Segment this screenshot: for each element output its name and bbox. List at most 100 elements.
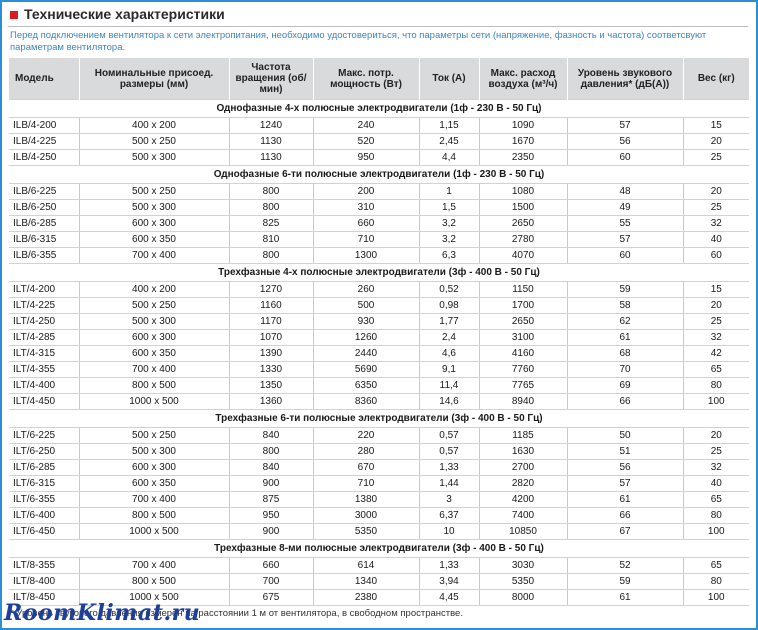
table-cell: 48 <box>567 183 684 200</box>
table-cell: 2780 <box>479 231 568 248</box>
table-cell: 1630 <box>479 443 568 460</box>
table-cell: 1350 <box>229 377 314 394</box>
table-cell: 52 <box>567 557 684 574</box>
table-cell: 700 x 400 <box>79 361 230 378</box>
table-row: ILT/4-225 500 x 250 1160 500 0,98 1700 58 20 <box>9 297 749 314</box>
table-cell: 66 <box>567 507 684 524</box>
table-cell: 2,4 <box>419 329 480 346</box>
table-cell: 500 <box>313 297 420 314</box>
table-row: ILB/6-355 700 x 400 800 1300 6,3 4070 60 60 <box>9 247 749 264</box>
table-cell: 70 <box>567 361 684 378</box>
table-cell: 25 <box>683 313 749 330</box>
spec-table: Модель Номинальные присоед. размеры (мм)… <box>9 58 749 606</box>
table-row: ILB/4-250 500 x 300 1130 950 4,4 2350 60 25 <box>9 149 749 166</box>
table-cell: 1330 <box>229 361 314 378</box>
table-cell: ILB/4-200 <box>9 117 80 134</box>
table-cell: ILT/6-355 <box>9 491 80 508</box>
table-cell: 1390 <box>229 345 314 362</box>
table-cell: ILB/6-285 <box>9 215 80 232</box>
page-title: Технические характеристики <box>24 6 225 22</box>
table-cell: ILT/6-250 <box>9 443 80 460</box>
table-cell: 32 <box>683 459 749 476</box>
table-cell: 59 <box>567 281 684 298</box>
table-cell: 700 x 400 <box>79 247 230 264</box>
table-cell: 260 <box>313 281 420 298</box>
table-body: Однофазные 4-х полюсные электродвигатели… <box>9 99 749 606</box>
table-cell: 930 <box>313 313 420 330</box>
table-row: ILT/6-450 1000 x 500 900 5350 10 10850 67 100 <box>9 523 749 540</box>
col-size: Номинальные присоед. размеры (мм) <box>79 58 230 100</box>
table-cell: 2350 <box>479 149 568 166</box>
table-cell: ILT/4-355 <box>9 361 80 378</box>
table-row: ILT/6-355 700 x 400 875 1380 3 4200 61 65 <box>9 491 749 508</box>
table-cell: 60 <box>567 247 684 264</box>
table-cell: 0,98 <box>419 297 480 314</box>
table-cell: 1270 <box>229 281 314 298</box>
table-cell: 56 <box>567 133 684 150</box>
table-cell: 1150 <box>479 281 568 298</box>
table-cell: 42 <box>683 345 749 362</box>
table-row: ILT/6-315 600 x 350 900 710 1,44 2820 57 40 <box>9 475 749 492</box>
table-cell: ILT/4-285 <box>9 329 80 346</box>
section-title: Трехфазные 4-х полюсные электродвигатели… <box>9 263 749 282</box>
table-cell: 600 x 300 <box>79 459 230 476</box>
table-cell: 68 <box>567 345 684 362</box>
section-row: Однофазные 4-х полюсные электродвигатели… <box>9 99 749 118</box>
table-cell: 51 <box>567 443 684 460</box>
table-cell: ILT/6-400 <box>9 507 80 524</box>
table-cell: 40 <box>683 475 749 492</box>
table-cell: 61 <box>567 589 684 606</box>
table-cell: 4,6 <box>419 345 480 362</box>
table-cell: 20 <box>683 427 749 444</box>
table-cell: 3000 <box>313 507 420 524</box>
table-cell: 2,45 <box>419 133 480 150</box>
table-cell: 100 <box>683 393 749 410</box>
table-cell: 614 <box>313 557 420 574</box>
table-cell: 100 <box>683 523 749 540</box>
table-row: ILT/4-450 1000 x 500 1360 8360 14,6 8940 66 100 <box>9 393 749 410</box>
table-cell: 4200 <box>479 491 568 508</box>
table-cell: ILT/6-450 <box>9 523 80 540</box>
table-row: ILB/6-285 600 x 300 825 660 3,2 2650 55 32 <box>9 215 749 232</box>
table-row: ILT/4-250 500 x 300 1170 930 1,77 2650 62 25 <box>9 313 749 330</box>
table-cell: 400 x 200 <box>79 281 230 298</box>
table-row: ILT/8-400 800 x 500 700 1340 3,94 5350 59 80 <box>9 573 749 590</box>
table-cell: 5350 <box>313 523 420 540</box>
table-cell: 1,77 <box>419 313 480 330</box>
table-cell: 840 <box>229 427 314 444</box>
table-cell: 0,52 <box>419 281 480 298</box>
table-cell: 11,4 <box>419 377 480 394</box>
table-cell: 2650 <box>479 215 568 232</box>
table-cell: ILB/6-315 <box>9 231 80 248</box>
table-cell: 32 <box>683 329 749 346</box>
table-cell: 2440 <box>313 345 420 362</box>
watermark-logo: RoomKlimat.ru <box>4 600 201 626</box>
table-cell: 800 <box>229 443 314 460</box>
table-row: ILT/6-400 800 x 500 950 3000 6,37 7400 66 80 <box>9 507 749 524</box>
table-row: ILT/4-400 800 x 500 1350 6350 11,4 7765 69 80 <box>9 377 749 394</box>
table-cell: 25 <box>683 149 749 166</box>
table-row: ILB/6-315 600 x 350 810 710 3,2 2780 57 40 <box>9 231 749 248</box>
table-cell: ILB/4-225 <box>9 133 80 150</box>
table-cell: 310 <box>313 199 420 216</box>
table-cell: 710 <box>313 231 420 248</box>
table-cell: 67 <box>567 523 684 540</box>
table-cell: 520 <box>313 133 420 150</box>
table-cell: 65 <box>683 491 749 508</box>
table-cell: 57 <box>567 475 684 492</box>
table-cell: 800 <box>229 247 314 264</box>
section-title: Однофазные 4-х полюсные электродвигатели… <box>9 99 749 118</box>
table-cell: 1160 <box>229 297 314 314</box>
table-row: ILT/8-355 700 x 400 660 614 1,33 3030 52 65 <box>9 557 749 574</box>
table-cell: 800 x 500 <box>79 507 230 524</box>
table-cell: 61 <box>567 329 684 346</box>
table-cell: 1500 <box>479 199 568 216</box>
table-cell: 25 <box>683 199 749 216</box>
table-cell: 5690 <box>313 361 420 378</box>
table-cell: 660 <box>229 557 314 574</box>
table-cell: 500 x 250 <box>79 183 230 200</box>
table-cell: ILT/4-225 <box>9 297 80 314</box>
table-cell: 900 <box>229 475 314 492</box>
table-cell: 675 <box>229 589 314 606</box>
table-cell: 5350 <box>479 573 568 590</box>
